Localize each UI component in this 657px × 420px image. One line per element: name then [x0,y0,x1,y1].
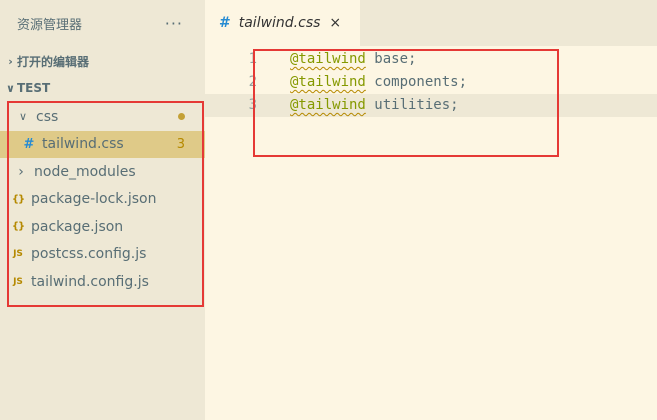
tree-item-label: tailwind.config.js [31,273,149,290]
open-editors-label: 打开的编辑器 [17,54,90,69]
folder-node-modules[interactable]: › node_modules [0,158,205,186]
hash-icon: # [219,15,231,31]
code-text: @tailwind utilities; [290,94,459,117]
chevron-down-icon: ∨ [18,110,28,124]
workspace-label: TEST [17,81,51,95]
tab-label: tailwind.css [238,15,321,31]
file-package-json[interactable]: {} package.json [0,213,205,241]
at-rule-keyword: @tailwind [290,74,366,90]
code-value: base; [365,51,417,67]
workspace-section[interactable]: ∨ TEST [0,75,205,101]
js-icon: JS [13,276,23,287]
hash-icon: # [23,136,35,152]
code-text: @tailwind components; [290,71,467,94]
code-line[interactable]: 1 @tailwind base; [205,48,657,71]
problem-count-badge: 3 [176,136,185,152]
open-editors-section[interactable]: › 打开的编辑器 [0,48,205,74]
tree-item-label: css [36,108,59,125]
explorer-title: 资源管理器 [17,17,83,33]
chevron-down-icon: ∨ [6,81,15,95]
json-icon: {} [11,221,25,233]
file-postcss-config-js[interactable]: JS postcss.config.js [0,241,205,269]
tree-item-label: package-lock.json [31,191,157,208]
more-actions-icon[interactable]: ··· [165,14,183,33]
tab-tailwind-css[interactable]: # tailwind.css × [205,0,360,46]
line-number: 2 [248,74,257,90]
tree-item-label: postcss.config.js [31,246,147,263]
close-icon[interactable]: × [329,15,341,31]
tree-item-label: node_modules [34,163,136,180]
tree-item-label: tailwind.css [42,136,124,153]
explorer-header: 资源管理器 ··· [0,0,205,46]
file-tailwind-css[interactable]: # tailwind.css 3 [0,130,205,158]
file-tree: ∨ css # tailwind.css 3 › node_modules {}… [0,103,205,296]
js-icon: JS [13,249,23,260]
code-value: components; [365,74,468,90]
at-rule-keyword: @tailwind [290,51,366,67]
at-rule-keyword: @tailwind [290,97,366,113]
tree-item-label: package.json [31,218,124,235]
line-number: 1 [248,51,257,67]
file-tailwind-config-js[interactable]: JS tailwind.config.js [0,268,205,296]
json-icon: {} [11,193,25,205]
line-number: 3 [248,97,257,113]
chevron-right-icon: › [8,54,13,68]
code-editor[interactable]: 1 @tailwind base; 2 @tailwind components… [205,46,657,420]
code-value: utilities; [365,97,459,113]
folder-css[interactable]: ∨ css [0,103,205,131]
explorer-sidebar: 资源管理器 ··· › 打开的编辑器 ∨ TEST ∨ css # tailwi… [0,0,205,420]
code-line[interactable]: 2 @tailwind components; [205,71,657,94]
modified-dot-icon [178,113,185,121]
editor-tab-bar: # tailwind.css × [205,0,657,46]
file-package-lock-json[interactable]: {} package-lock.json [0,186,205,214]
code-text: @tailwind base; [290,48,416,71]
code-line-current[interactable]: 3 @tailwind utilities; [205,94,657,117]
chevron-right-icon: › [18,163,24,180]
